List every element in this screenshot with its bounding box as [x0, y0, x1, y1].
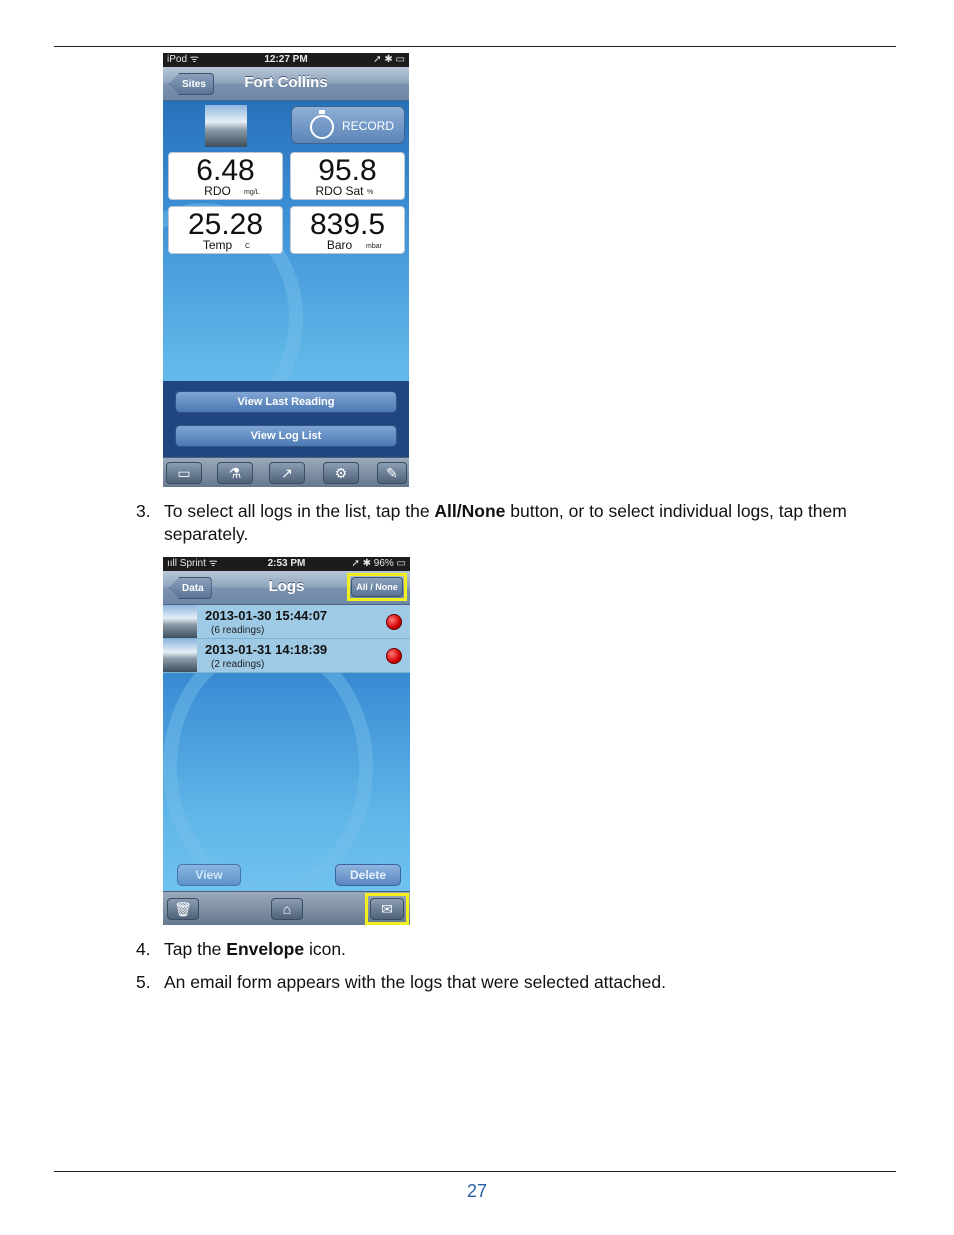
home-icon[interactable]: ⌂: [271, 898, 303, 920]
reading-tile-rdo[interactable]: 6.48 RDO mg/L: [168, 152, 283, 200]
step-text-part: icon.: [304, 939, 346, 959]
envelope-highlight: ✉: [365, 893, 409, 925]
selection-dot-icon[interactable]: [386, 648, 402, 664]
reading-value: 25.28: [187, 208, 264, 241]
share-icon[interactable]: ↗: [269, 462, 305, 484]
step-text: Tap the Envelope icon.: [164, 938, 854, 961]
reading-value: 95.8: [318, 154, 377, 187]
log-reading-count: (6 readings): [211, 625, 265, 636]
step-bold-term: Envelope: [226, 939, 305, 959]
archive-icon[interactable]: ▭: [166, 462, 202, 484]
view-last-reading-button[interactable]: View Last Reading: [175, 391, 397, 413]
step-text-part: Tap the: [164, 939, 227, 959]
reading-name: RDO: [204, 184, 231, 198]
navigation-bar: Data Logs All / None: [163, 571, 410, 605]
status-indicators: ➚ ✱ ▭: [373, 54, 405, 65]
tab-bar: 🗑 ⌂ ✉: [163, 891, 410, 925]
step-text: An email form appears with the logs that…: [164, 972, 666, 992]
view-button[interactable]: View: [177, 864, 241, 886]
flask-icon[interactable]: ⚗: [217, 462, 253, 484]
reading-value: 839.5: [309, 208, 386, 241]
envelope-icon[interactable]: ✉: [370, 898, 404, 920]
logs-screenshot: ııll Sprint ᯤ 2:53 PM ➚ ✱ 96% ▭ Data Log…: [163, 557, 410, 925]
action-panel: View Last Reading View Log List: [163, 381, 409, 457]
tab-bar: ▭ ⚗ ↗ ⚙ ✎: [163, 457, 409, 487]
top-rule: [54, 46, 896, 47]
reading-name: Baro: [326, 238, 353, 252]
selection-dot-icon[interactable]: [386, 614, 402, 630]
trash-icon[interactable]: 🗑: [167, 898, 199, 920]
reading-value: 6.48: [196, 154, 255, 187]
record-label: RECORD: [342, 119, 395, 133]
reading-tile-rdo-sat[interactable]: 95.8 RDO Sat %: [290, 152, 405, 200]
reading-name: RDO Sat: [315, 184, 364, 198]
step-text: To select all logs in the list, tap the …: [164, 500, 854, 546]
step-bold-term: All/None: [434, 501, 506, 521]
all-none-button[interactable]: All / None: [351, 577, 403, 597]
pen-icon[interactable]: ✎: [377, 462, 407, 484]
readings-screenshot: iPod ᯤ 12:27 PM ➚ ✱ ▭ Sites Fort Collins…: [163, 53, 409, 487]
log-list: 2013-01-30 15:44:07 (6 readings) 2013-01…: [163, 605, 410, 673]
all-none-highlight: All / None: [347, 573, 407, 601]
status-indicators: ➚ ✱ 96% ▭: [351, 558, 406, 569]
view-log-list-button[interactable]: View Log List: [175, 425, 397, 447]
reading-tile-baro[interactable]: 839.5 Baro mbar: [290, 206, 405, 254]
reading-unit: mg/L: [244, 189, 260, 196]
step-number: 3.: [136, 501, 151, 521]
log-thumbnail: [163, 639, 197, 672]
record-button[interactable]: RECORD: [291, 106, 405, 144]
gear-icon[interactable]: ⚙: [323, 462, 359, 484]
step-number: 4.: [136, 939, 151, 959]
log-row[interactable]: 2013-01-30 15:44:07 (6 readings): [163, 605, 410, 639]
delete-button[interactable]: Delete: [335, 864, 401, 886]
reading-tile-temp[interactable]: 25.28 Temp C: [168, 206, 283, 254]
reading-unit: C: [245, 243, 251, 250]
log-date: 2013-01-31 14:18:39: [205, 642, 328, 657]
page-number: 27: [466, 1181, 488, 1201]
log-row[interactable]: 2013-01-31 14:18:39 (2 readings): [163, 639, 410, 673]
log-date: 2013-01-30 15:44:07: [205, 608, 328, 623]
log-thumbnail: [163, 605, 197, 638]
step-number: 5.: [136, 972, 151, 992]
navigation-bar: Sites Fort Collins: [163, 67, 409, 101]
bottom-rule: [54, 1171, 896, 1172]
site-photo[interactable]: [205, 105, 247, 147]
reading-name: Temp: [202, 238, 233, 252]
watermark-logo: [163, 637, 373, 897]
reading-unit: mbar: [366, 243, 382, 250]
status-time: 12:27 PM: [264, 54, 308, 65]
status-bar: iPod ᯤ 12:27 PM ➚ ✱ ▭: [163, 53, 409, 67]
log-reading-count: (2 readings): [211, 659, 265, 670]
status-bar: ııll Sprint ᯤ 2:53 PM ➚ ✱ 96% ▭: [163, 557, 410, 571]
reading-unit: %: [367, 189, 374, 196]
step-text-part: To select all logs in the list, tap the: [164, 501, 435, 521]
stopwatch-icon: [310, 110, 334, 139]
nav-title: Fort Collins: [244, 74, 328, 91]
